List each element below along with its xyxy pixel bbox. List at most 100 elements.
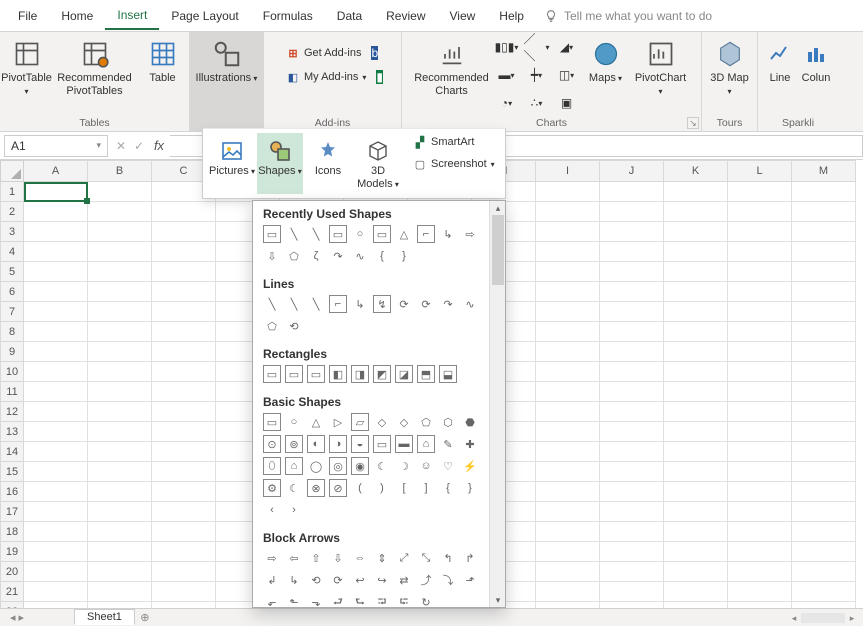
cell[interactable] (24, 262, 88, 282)
shape-option[interactable]: ⇄ (395, 571, 413, 589)
cell[interactable] (664, 222, 728, 242)
bing-icon[interactable]: b (371, 46, 378, 60)
shape-option[interactable]: ○ (285, 413, 303, 431)
shape-option[interactable]: ⬏ (461, 571, 479, 589)
shape-option[interactable]: ↩ (351, 571, 369, 589)
fill-handle[interactable] (84, 198, 90, 204)
cell[interactable] (152, 302, 216, 322)
table-button[interactable]: Table (140, 34, 186, 89)
shape-option[interactable]: ⇩ (263, 247, 281, 265)
shape-option[interactable]: ☺ (417, 457, 435, 475)
shape-option[interactable]: ☽ (395, 457, 413, 475)
cell[interactable] (600, 262, 664, 282)
cell[interactable] (664, 302, 728, 322)
sparkline-line-button[interactable]: Line (763, 34, 797, 89)
menu-insert[interactable]: Insert (105, 2, 159, 30)
column-header[interactable]: K (664, 160, 728, 182)
shape-option[interactable]: ○ (351, 225, 369, 243)
cell[interactable] (536, 282, 600, 302)
shape-option[interactable]: ▭ (263, 413, 281, 431)
cell[interactable] (792, 362, 856, 382)
cell[interactable] (600, 182, 664, 202)
cell[interactable] (600, 302, 664, 322)
row-header[interactable]: 16 (0, 482, 24, 502)
column-header[interactable]: M (792, 160, 856, 182)
shape-option[interactable]: { (373, 247, 391, 265)
cell[interactable] (664, 182, 728, 202)
shape-option[interactable]: ▭ (285, 365, 303, 383)
select-all-triangle[interactable] (0, 160, 24, 182)
map3d-button[interactable]: 3D Map (707, 34, 753, 101)
cell[interactable] (792, 282, 856, 302)
shape-option[interactable]: ▷ (329, 413, 347, 431)
pie-chart-button[interactable]: ◔ ▾ (493, 90, 521, 116)
recommended-pivottables-button[interactable]: Recommended PivotTables (52, 34, 138, 101)
icons-button[interactable]: Icons (305, 133, 351, 194)
cell[interactable] (728, 582, 792, 602)
shape-option[interactable]: ◒ (351, 435, 369, 453)
cell[interactable] (88, 262, 152, 282)
row-header[interactable]: 8 (0, 322, 24, 342)
cell[interactable] (88, 482, 152, 502)
shape-option[interactable]: ⤢ (395, 549, 413, 567)
cell[interactable] (152, 462, 216, 482)
shape-option[interactable]: ↱ (461, 549, 479, 567)
shape-option[interactable]: ↲ (263, 571, 281, 589)
line-chart-button[interactable]: ／＼ ▾ (523, 34, 551, 60)
cell[interactable] (536, 382, 600, 402)
cell[interactable] (24, 202, 88, 222)
shape-option[interactable]: ▬ (395, 435, 413, 453)
area-chart-button[interactable]: ◢ ▾ (553, 34, 581, 60)
new-sheet-button[interactable]: ⊕ (135, 611, 155, 624)
cell[interactable] (536, 262, 600, 282)
formula-enter-button[interactable]: ✓ (130, 139, 148, 153)
shape-option[interactable]: ‹ (263, 501, 281, 519)
cell[interactable] (664, 362, 728, 382)
cell[interactable] (536, 462, 600, 482)
shape-option[interactable]: { (439, 479, 457, 497)
cell[interactable] (664, 562, 728, 582)
cell[interactable] (24, 242, 88, 262)
cell[interactable] (536, 582, 600, 602)
cell[interactable] (88, 422, 152, 442)
shape-option[interactable]: ⌐ (417, 225, 435, 243)
cell[interactable] (88, 182, 152, 202)
cell[interactable] (24, 182, 88, 202)
cell[interactable] (536, 502, 600, 522)
shape-option[interactable]: ╲ (263, 295, 281, 313)
sparkline-column-button[interactable]: Colun (799, 34, 833, 89)
menu-help[interactable]: Help (487, 3, 536, 29)
cell[interactable] (24, 502, 88, 522)
cell[interactable] (24, 322, 88, 342)
cell[interactable] (792, 262, 856, 282)
cell[interactable] (728, 202, 792, 222)
shape-option[interactable]: ▭ (373, 225, 391, 243)
shape-option[interactable]: ⬠ (417, 413, 435, 431)
shape-option[interactable]: ⌐ (329, 295, 347, 313)
shape-option[interactable]: ↳ (351, 295, 369, 313)
shape-option[interactable]: ⤴ (417, 571, 435, 589)
shape-option[interactable]: } (461, 479, 479, 497)
cell[interactable] (728, 422, 792, 442)
cell[interactable] (664, 422, 728, 442)
shape-option[interactable]: ╲ (285, 225, 303, 243)
cell[interactable] (88, 222, 152, 242)
row-header[interactable]: 9 (0, 342, 24, 362)
cell[interactable] (152, 202, 216, 222)
cell[interactable] (600, 402, 664, 422)
shape-option[interactable]: ╲ (307, 295, 325, 313)
cell[interactable] (24, 222, 88, 242)
shape-option[interactable]: ▭ (373, 435, 391, 453)
cell[interactable] (152, 562, 216, 582)
shape-option[interactable]: ⊚ (285, 435, 303, 453)
row-header[interactable]: 3 (0, 222, 24, 242)
cell[interactable] (24, 282, 88, 302)
misc-chart-button[interactable]: ▣ (553, 90, 581, 116)
cell[interactable] (24, 582, 88, 602)
shape-option[interactable]: ◪ (395, 365, 413, 383)
cell[interactable] (792, 422, 856, 442)
cell[interactable] (664, 442, 728, 462)
menu-home[interactable]: Home (49, 3, 105, 29)
cell[interactable] (728, 442, 792, 462)
shape-option[interactable]: ◉ (351, 457, 369, 475)
